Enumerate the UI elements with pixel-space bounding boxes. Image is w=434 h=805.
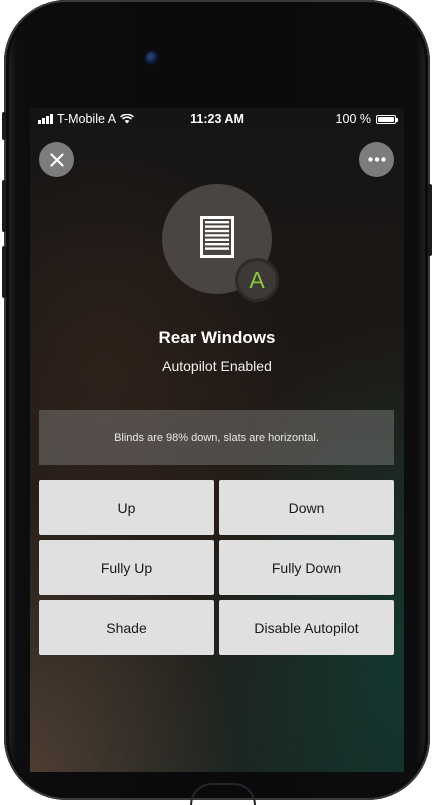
device-name: Rear Windows [158,328,276,347]
shade-button[interactable]: Shade [39,600,214,655]
device-mode: Autopilot Enabled [162,358,272,374]
battery-icon [376,114,398,124]
status-message-panel: Blinds are 98% down, slats are horizonta… [39,410,394,465]
app-screen: T-Mobile A 11:23 AM 100 % A Rear Windows… [30,108,404,772]
close-icon [49,152,64,167]
front-camera [145,51,159,65]
fully-down-button[interactable]: Fully Down [219,540,394,595]
autopilot-badge-letter: A [238,261,276,299]
power-button [428,184,432,256]
down-button[interactable]: Down [219,480,394,535]
fully-up-button[interactable]: Fully Up [39,540,214,595]
battery-fill [378,116,394,122]
silent-switch [2,112,6,140]
status-right: 100 % [335,112,398,126]
status-message: Blinds are 98% down, slats are horizonta… [114,431,319,444]
window-blind-icon [200,216,234,258]
autopilot-badge: A [235,258,279,302]
up-button[interactable]: Up [39,480,214,535]
more-options-button[interactable] [359,142,394,177]
disable-autopilot-button[interactable]: Disable Autopilot [219,600,394,655]
battery-percentage: 100 % [335,112,371,126]
status-bar: T-Mobile A 11:23 AM 100 % [30,108,404,130]
volume-up-button [2,180,6,232]
close-button[interactable] [39,142,74,177]
volume-down-button [2,246,6,298]
more-options-icon [367,157,386,162]
home-button [190,783,256,805]
